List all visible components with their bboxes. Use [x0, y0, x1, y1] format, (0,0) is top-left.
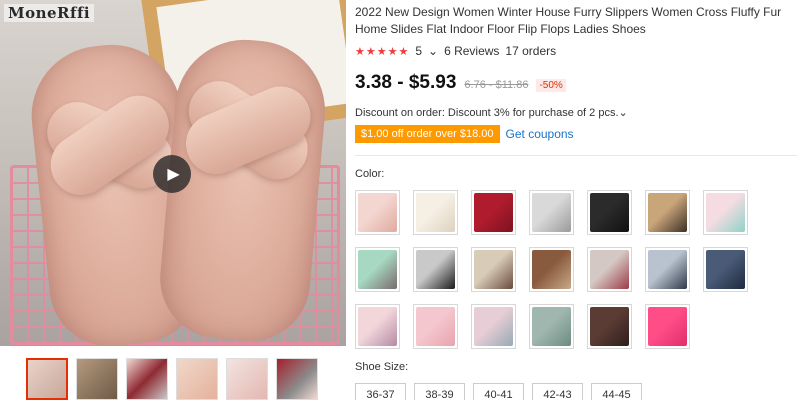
- color-swatch[interactable]: [413, 247, 458, 292]
- get-coupons-link[interactable]: Get coupons: [506, 127, 574, 141]
- coupon-badge: $1.00 off order over $18.00: [355, 125, 500, 143]
- swatch-image: [358, 307, 397, 346]
- thumbnail-1[interactable]: [26, 358, 68, 400]
- color-swatch[interactable]: [587, 190, 632, 235]
- swatch-image: [474, 307, 513, 346]
- color-swatch[interactable]: [529, 190, 574, 235]
- reviews-link[interactable]: 6 Reviews: [444, 44, 499, 58]
- swatch-image: [590, 193, 629, 232]
- color-swatch[interactable]: [645, 247, 690, 292]
- price-row: 3.38 - $5.93 6.76 - $11.86 -50%: [355, 72, 797, 94]
- size-option-button[interactable]: 36-37: [355, 383, 406, 400]
- orders-count: 17 orders: [505, 44, 557, 58]
- play-icon: ▶: [167, 166, 180, 183]
- play-video-button[interactable]: ▶: [153, 155, 191, 193]
- color-swatch-grid: [355, 190, 797, 349]
- color-swatch[interactable]: [529, 247, 574, 292]
- order-discount-text[interactable]: Discount on order: Discount 3% for purch…: [355, 106, 797, 119]
- swatch-image: [416, 250, 455, 289]
- coupon-row: $1.00 off order over $18.00 Get coupons: [355, 125, 797, 143]
- swatch-image: [474, 250, 513, 289]
- size-option-button[interactable]: 42-43: [532, 383, 583, 400]
- thumbnail-strip: [26, 358, 318, 400]
- swatch-image: [358, 250, 397, 289]
- swatch-image: [706, 250, 745, 289]
- color-swatch[interactable]: [413, 190, 458, 235]
- thumbnail-4[interactable]: [176, 358, 218, 400]
- swatch-image: [590, 307, 629, 346]
- main-product-image[interactable]: MoneRffi ▶: [0, 0, 346, 346]
- thumbnail-2[interactable]: [76, 358, 118, 400]
- color-swatch[interactable]: [587, 247, 632, 292]
- color-label: Color:: [355, 168, 385, 180]
- swatch-image: [648, 250, 687, 289]
- swatch-image: [532, 193, 571, 232]
- swatch-image: [590, 250, 629, 289]
- size-option-button[interactable]: 38-39: [414, 383, 465, 400]
- chevron-down-icon[interactable]: ⌄: [428, 44, 438, 58]
- color-swatch[interactable]: [703, 190, 748, 235]
- discount-badge: -50%: [536, 79, 566, 92]
- color-swatch[interactable]: [703, 247, 748, 292]
- star-rating-icon: ★★★★★: [355, 45, 410, 58]
- swatch-image: [532, 250, 571, 289]
- color-swatch[interactable]: [355, 247, 400, 292]
- current-price: 3.38 - $5.93: [355, 72, 457, 93]
- thumbnail-3[interactable]: [126, 358, 168, 400]
- swatch-image: [358, 193, 397, 232]
- size-option-button[interactable]: 40-41: [473, 383, 524, 400]
- product-title: 2022 New Design Women Winter House Furry…: [355, 5, 782, 36]
- color-swatch[interactable]: [471, 190, 516, 235]
- swatch-image: [416, 307, 455, 346]
- thumbnail-5[interactable]: [226, 358, 268, 400]
- original-price: 6.76 - $11.86: [464, 79, 529, 91]
- swatch-image: [648, 193, 687, 232]
- color-swatch[interactable]: [645, 190, 690, 235]
- rating-row: ★★★★★ 5 ⌄ 6 Reviews 17 orders: [355, 44, 797, 58]
- color-swatch[interactable]: [471, 247, 516, 292]
- swatch-image: [648, 307, 687, 346]
- divider: [355, 155, 797, 156]
- swatch-image: [474, 193, 513, 232]
- size-option-button[interactable]: 44-45: [591, 383, 642, 400]
- color-swatch[interactable]: [471, 304, 516, 349]
- shoe-size-label: Shoe Size:: [355, 361, 409, 373]
- product-info: 2022 New Design Women Winter House Furry…: [355, 4, 797, 400]
- swatch-image: [416, 193, 455, 232]
- color-swatch[interactable]: [355, 304, 400, 349]
- brand-logo: MoneRffi: [4, 4, 95, 22]
- color-swatch[interactable]: [413, 304, 458, 349]
- swatch-image: [706, 193, 745, 232]
- thumbnail-6[interactable]: [276, 358, 318, 400]
- color-swatch[interactable]: [645, 304, 690, 349]
- color-swatch[interactable]: [355, 190, 400, 235]
- swatch-image: [532, 307, 571, 346]
- color-swatch[interactable]: [529, 304, 574, 349]
- rating-value[interactable]: 5: [415, 44, 422, 58]
- color-swatch[interactable]: [587, 304, 632, 349]
- size-options: 36-37 38-39 40-41 42-43 44-45: [355, 383, 797, 400]
